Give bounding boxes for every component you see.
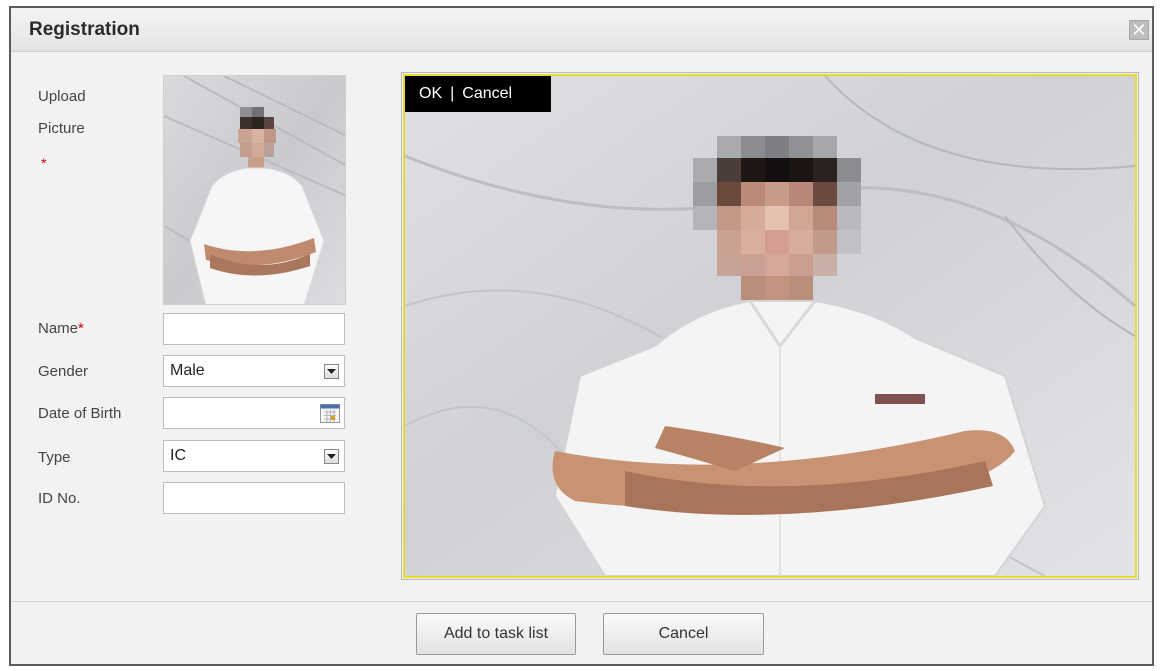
crop-ok-button[interactable]: OK — [419, 85, 442, 103]
dialog-title: Registration — [29, 19, 140, 40]
gender-label: Gender — [38, 363, 89, 380]
type-select[interactable]: IC — [163, 440, 345, 472]
toolbar-separator: | — [450, 85, 455, 102]
pixelated-face — [693, 136, 861, 300]
crop-cancel-button[interactable]: Cancel — [462, 85, 512, 103]
name-required-mark: * — [78, 320, 84, 337]
registration-dialog: Registration ✕ Upload Picture * Name* Ge… — [9, 6, 1154, 666]
id-label: ID No. — [38, 490, 81, 507]
dob-label: Date of Birth — [38, 405, 122, 422]
upload-label-line1: Upload — [38, 88, 86, 105]
chevron-down-icon[interactable] — [324, 449, 339, 464]
type-label: Type — [38, 449, 71, 466]
thumbnail-image — [164, 76, 345, 304]
name-label: Name* — [38, 320, 84, 337]
id-number-input[interactable] — [163, 482, 345, 514]
dialog-titlebar: Registration ✕ — [11, 8, 1152, 52]
chevron-down-icon[interactable] — [324, 364, 339, 379]
cancel-button[interactable]: Cancel — [603, 613, 764, 655]
upload-required-mark: * — [41, 155, 47, 171]
add-to-task-list-button[interactable]: Add to task list — [416, 613, 576, 655]
footer-divider — [11, 601, 1152, 602]
gender-select[interactable]: Male — [163, 355, 345, 387]
close-icon: ✕ — [1131, 20, 1147, 40]
upload-label-line2: Picture — [38, 120, 85, 137]
calendar-icon[interactable] — [320, 404, 340, 428]
name-label-text: Name — [38, 320, 79, 337]
crop-toolbar: OK | Cancel — [405, 76, 551, 112]
upload-picture-thumbnail[interactable] — [163, 75, 346, 305]
type-select-value: IC — [170, 447, 186, 464]
preview-image — [405, 76, 1135, 576]
close-button[interactable]: ✕ — [1129, 20, 1149, 40]
name-input[interactable] — [163, 313, 345, 345]
dob-input[interactable] — [163, 397, 345, 429]
crop-preview[interactable]: OK | Cancel — [403, 74, 1137, 578]
gender-select-value: Male — [170, 362, 205, 379]
